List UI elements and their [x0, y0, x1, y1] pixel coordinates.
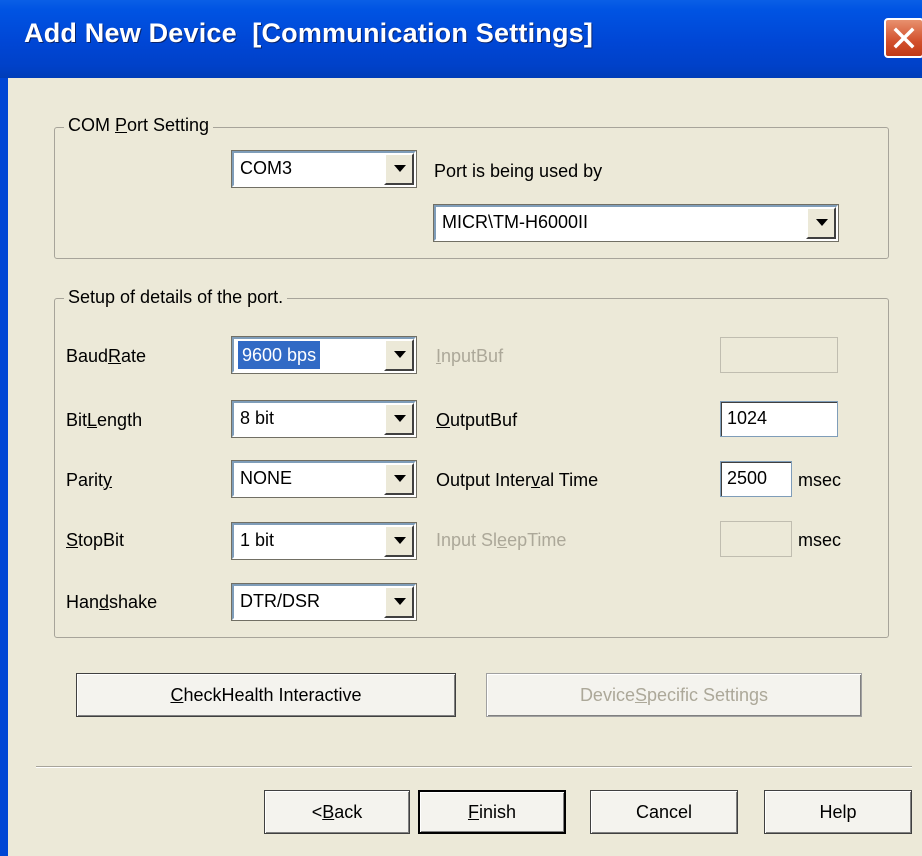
- port-used-by-dropdown-button[interactable]: [806, 207, 836, 239]
- port-details-group-legend: Setup of details of the port.: [64, 287, 288, 308]
- stopbit-label: StopBit: [66, 530, 125, 550]
- cancel-button[interactable]: Cancel: [590, 790, 738, 834]
- port-used-by-select[interactable]: MICR\TM-H6000II: [434, 205, 838, 241]
- close-button[interactable]: [884, 18, 922, 58]
- close-icon: [893, 27, 915, 49]
- baudrate-label: BaudRate: [66, 346, 147, 366]
- input-sleeptime-label: Input SleepTime: [436, 530, 567, 550]
- stopbit-value: 1 bit: [240, 530, 275, 550]
- bitlength-value: 8 bit: [240, 408, 275, 428]
- com-port-group-legend: COM Port Setting: [64, 115, 214, 136]
- chevron-down-icon: [394, 165, 406, 172]
- parity-dropdown-button[interactable]: [384, 463, 414, 495]
- stopbit-select[interactable]: 1 bit: [232, 523, 416, 559]
- parity-label: Parity: [66, 470, 113, 490]
- chevron-down-icon: [394, 598, 406, 605]
- output-interval-field[interactable]: 2500: [720, 461, 792, 497]
- help-button[interactable]: Help: [764, 790, 912, 834]
- outputbuf-label: OutputBuf: [436, 410, 518, 430]
- handshake-select[interactable]: DTR/DSR: [232, 584, 416, 620]
- outputbuf-value: 1024: [727, 408, 768, 428]
- handshake-label: Handshake: [66, 592, 158, 612]
- baudrate-dropdown-button[interactable]: [384, 339, 414, 371]
- button-separator: [36, 766, 912, 768]
- checkhealth-interactive-button[interactable]: CheckHealth Interactive: [76, 673, 456, 717]
- chevron-down-icon: [394, 537, 406, 544]
- bitlength-label: BitLength: [66, 410, 143, 430]
- baudrate-value: 9600 bps: [238, 341, 321, 369]
- input-sleeptime-field: [720, 521, 792, 557]
- port-used-by-label: Port is being used by: [434, 161, 603, 181]
- device-specific-settings-button: Device Specific Settings: [486, 673, 862, 717]
- finish-button[interactable]: Finish: [418, 790, 566, 834]
- back-button[interactable]: < Back: [264, 790, 410, 834]
- chevron-down-icon: [394, 415, 406, 422]
- outputbuf-field[interactable]: 1024: [720, 401, 838, 437]
- com-port-select[interactable]: COM3: [232, 151, 416, 187]
- com-port-value: COM3: [240, 158, 293, 178]
- bitlength-dropdown-button[interactable]: [384, 403, 414, 435]
- title-bar[interactable]: Add New Device [Communication Settings]: [0, 0, 922, 78]
- parity-select[interactable]: NONE: [232, 461, 416, 497]
- baudrate-select[interactable]: 9600 bps: [232, 337, 416, 373]
- output-interval-label: Output Interval Time: [436, 470, 599, 490]
- chevron-down-icon: [394, 351, 406, 358]
- inputbuf-label: InputBuf: [436, 346, 504, 366]
- handshake-value: DTR/DSR: [240, 591, 320, 611]
- window-frame-left: [0, 78, 8, 856]
- dialog-window: Add New Device [Communication Settings] …: [0, 0, 922, 856]
- handshake-dropdown-button[interactable]: [384, 586, 414, 618]
- com-port-dropdown-button[interactable]: [384, 153, 414, 185]
- output-interval-value: 2500: [727, 468, 768, 488]
- window-title: Add New Device [Communication Settings]: [24, 18, 594, 48]
- stopbit-dropdown-button[interactable]: [384, 525, 414, 557]
- chevron-down-icon: [816, 219, 828, 226]
- chevron-down-icon: [394, 475, 406, 482]
- bitlength-select[interactable]: 8 bit: [232, 401, 416, 437]
- input-sleeptime-unit: msec: [798, 530, 842, 550]
- port-used-by-value: MICR\TM-H6000II: [442, 212, 589, 232]
- inputbuf-field: [720, 337, 838, 373]
- output-interval-unit: msec: [798, 470, 842, 490]
- parity-value: NONE: [240, 468, 293, 488]
